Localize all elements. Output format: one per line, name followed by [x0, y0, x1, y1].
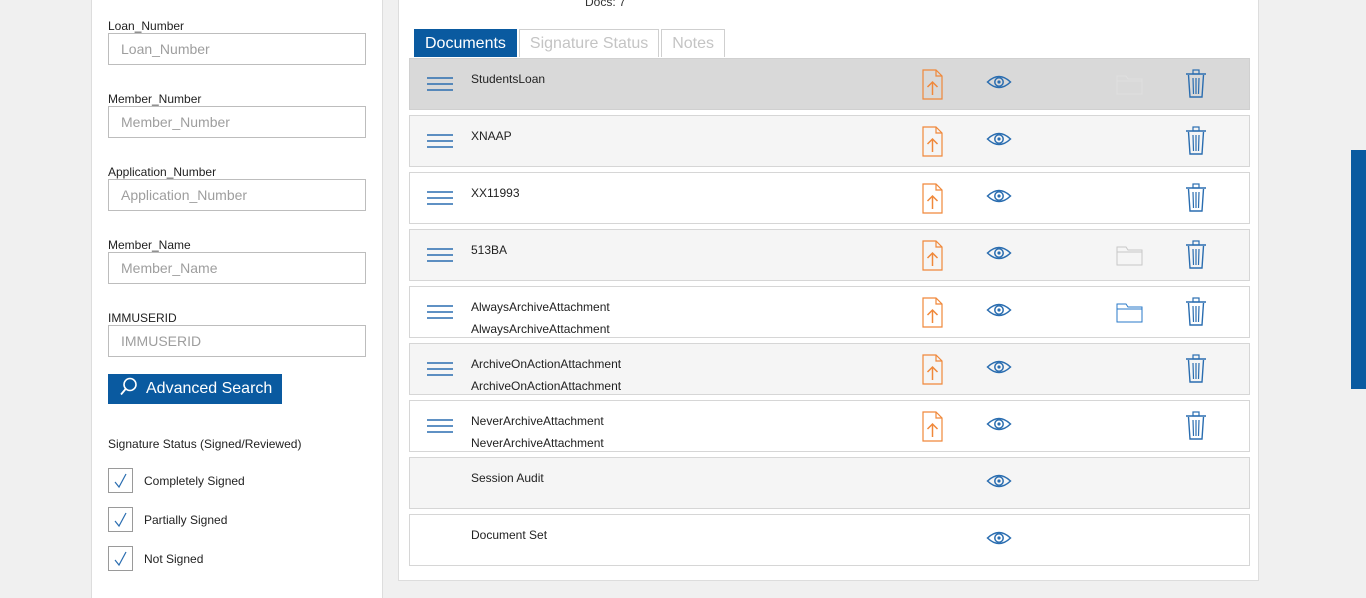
not-signed-checkbox[interactable]: [108, 546, 133, 571]
upload-file-icon[interactable]: [922, 354, 943, 390]
document-name: XNAAP: [471, 125, 512, 147]
document-subname-line: AlwaysArchiveAttachment: [471, 322, 610, 336]
tab-notes[interactable]: Notes: [661, 29, 726, 57]
delete-trash-icon[interactable]: [1185, 411, 1207, 445]
upload-file-icon[interactable]: [922, 126, 943, 162]
completely-signed-label: Completely Signed: [144, 473, 245, 488]
loan-number-input[interactable]: [108, 33, 366, 65]
menu-icon[interactable]: [427, 75, 453, 93]
document-name-line: Session Audit: [471, 471, 544, 485]
document-name-line: StudentsLoan: [471, 72, 546, 86]
upload-file-icon[interactable]: [922, 240, 943, 276]
completely-signed-checkbox[interactable]: [108, 468, 133, 493]
loan-number-label: Loan_Number: [108, 19, 185, 33]
delete-trash-icon[interactable]: [1185, 354, 1207, 388]
upload-file-icon[interactable]: [922, 411, 943, 447]
checkbox-row-not-signed: Not Signed: [108, 546, 203, 571]
document-name: 513BA: [471, 239, 507, 261]
checkbox-row-partially-signed: Partially Signed: [108, 507, 227, 532]
view-eye-icon[interactable]: [986, 472, 1012, 495]
advanced-search-label: Advanced Search: [146, 380, 273, 397]
archive-folder-icon[interactable]: [1116, 73, 1143, 100]
document-row[interactable]: 513BA: [409, 229, 1250, 281]
document-name: AlwaysArchiveAttachment AlwaysArchiveAtta…: [471, 296, 610, 340]
partially-signed-label: Partially Signed: [144, 512, 228, 527]
partially-signed-checkbox[interactable]: [108, 507, 133, 532]
docs-count: Docs: 7: [585, 0, 626, 9]
documents-panel: Docs: 7 Documents Signature Status Notes S…: [398, 0, 1259, 581]
document-name-line: XX11993: [471, 186, 520, 200]
document-subname-line: ArchiveOnActionAttachment: [471, 379, 622, 393]
view-eye-icon[interactable]: [986, 244, 1012, 267]
archive-folder-icon[interactable]: [1116, 301, 1143, 328]
checkbox-row-completely-signed: Completely Signed: [108, 468, 245, 493]
document-subname-line: NeverArchiveAttachment: [471, 436, 604, 450]
view-eye-icon[interactable]: [986, 73, 1012, 96]
document-row[interactable]: XNAAP: [409, 115, 1250, 167]
document-row[interactable]: Document Set: [409, 514, 1250, 566]
tab-documents[interactable]: Documents: [414, 29, 517, 57]
menu-icon[interactable]: [427, 246, 453, 264]
delete-trash-icon[interactable]: [1185, 297, 1207, 331]
document-name: Document Set: [471, 524, 547, 546]
documents-list: StudentsLoan XNAAP XX11993 513BA AlwaysArchi…: [409, 58, 1250, 571]
not-signed-label: Not Signed: [144, 551, 204, 566]
archive-folder-icon[interactable]: [1116, 244, 1143, 271]
search-icon: [120, 377, 138, 402]
document-name: ArchiveOnActionAttachment ArchiveOnAction…: [471, 353, 621, 397]
upload-file-icon[interactable]: [922, 69, 943, 105]
delete-trash-icon[interactable]: [1185, 126, 1207, 160]
menu-icon[interactable]: [427, 303, 453, 321]
view-eye-icon[interactable]: [986, 529, 1012, 552]
document-name: NeverArchiveAttachment NeverArchiveAttach…: [471, 410, 604, 454]
application-number-label: Application_Number: [108, 165, 217, 179]
immuserid-label: IMMUSERID: [108, 311, 177, 325]
tab-bar: Documents Signature Status Notes: [414, 29, 727, 57]
view-eye-icon[interactable]: [986, 187, 1012, 210]
document-row[interactable]: Session Audit: [409, 457, 1250, 509]
document-name-line: 513BA: [471, 243, 508, 257]
document-name-line: Document Set: [471, 528, 548, 542]
document-row[interactable]: ArchiveOnActionAttachment ArchiveOnAction…: [409, 343, 1250, 395]
document-row[interactable]: NeverArchiveAttachment NeverArchiveAttach…: [409, 400, 1250, 452]
delete-trash-icon[interactable]: [1185, 69, 1207, 103]
member-name-label: Member_Name: [108, 238, 191, 252]
upload-file-icon[interactable]: [922, 297, 943, 333]
tab-signature-status[interactable]: Signature Status: [518, 29, 660, 57]
signature-status-heading: Signature Status (Signed/Reviewed): [108, 437, 302, 451]
view-eye-icon[interactable]: [986, 415, 1012, 438]
document-name-line: NeverArchiveAttachment: [471, 414, 604, 428]
member-name-input[interactable]: [108, 252, 366, 284]
document-name-line: AlwaysArchiveAttachment: [471, 300, 610, 314]
advanced-search-button[interactable]: Advanced Search: [108, 374, 282, 404]
menu-icon[interactable]: [427, 189, 453, 207]
document-row[interactable]: XX11993: [409, 172, 1250, 224]
document-name: StudentsLoan: [471, 68, 545, 90]
menu-icon[interactable]: [427, 417, 453, 435]
document-name-line: ArchiveOnActionAttachment: [471, 357, 622, 371]
side-drawer-tab[interactable]: [1351, 150, 1366, 389]
menu-icon[interactable]: [427, 132, 453, 150]
immuserid-input[interactable]: [108, 325, 366, 357]
menu-icon[interactable]: [427, 360, 453, 378]
filter-panel: Loan_Number Member_Number Application_Numb…: [91, 0, 383, 598]
delete-trash-icon[interactable]: [1185, 183, 1207, 217]
view-eye-icon[interactable]: [986, 301, 1012, 324]
document-name: Session Audit: [471, 467, 544, 489]
document-row[interactable]: StudentsLoan: [409, 58, 1250, 110]
document-name-line: XNAAP: [471, 129, 512, 143]
member-number-input[interactable]: [108, 106, 366, 138]
view-eye-icon[interactable]: [986, 130, 1012, 153]
upload-file-icon[interactable]: [922, 183, 943, 219]
member-number-label: Member_Number: [108, 92, 202, 106]
document-name: XX11993: [471, 182, 520, 204]
view-eye-icon[interactable]: [986, 358, 1012, 381]
document-row[interactable]: AlwaysArchiveAttachment AlwaysArchiveAtta…: [409, 286, 1250, 338]
delete-trash-icon[interactable]: [1185, 240, 1207, 274]
application-number-input[interactable]: [108, 179, 366, 211]
